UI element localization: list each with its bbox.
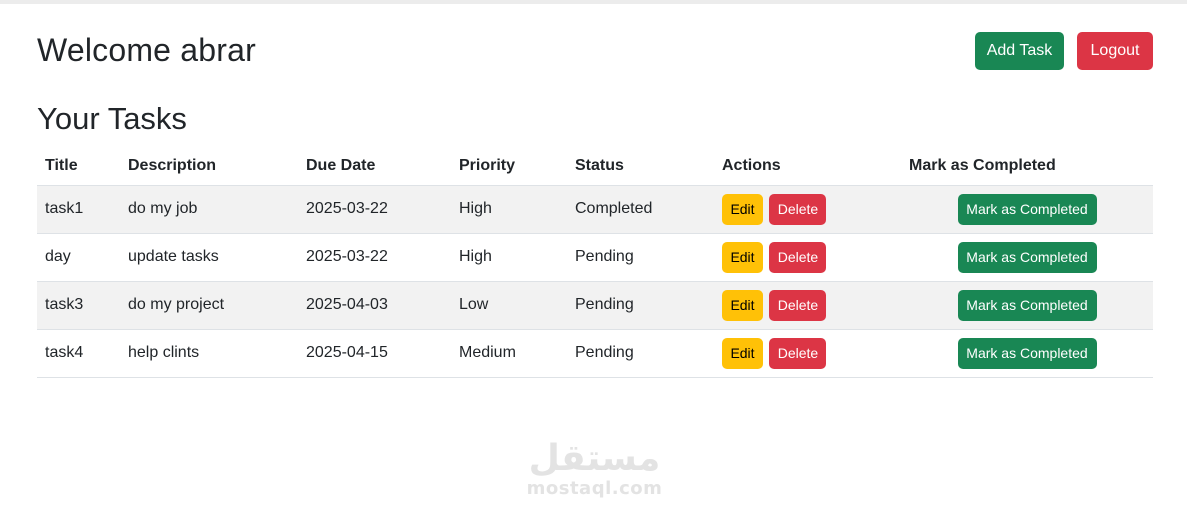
edit-button[interactable]: Edit (722, 337, 763, 369)
tasks-table: Title Description Due Date Priority Stat… (37, 147, 1153, 378)
tasks-section-title: Your Tasks (37, 101, 187, 136)
table-row: day update tasks 2025-03-22 High Pending… (37, 233, 1153, 282)
delete-button[interactable]: Delete (769, 193, 827, 225)
mark-completed-button[interactable]: Mark as Completed (957, 193, 1097, 225)
column-header-title: Title (37, 147, 120, 186)
table-header-row: Title Description Due Date Priority Stat… (37, 147, 1153, 186)
task-title: task4 (37, 329, 120, 378)
task-due-date: 2025-04-15 (298, 329, 451, 378)
top-border (0, 0, 1187, 4)
task-status: Pending (567, 233, 714, 282)
task-actions: Edit Delete (714, 329, 901, 378)
add-task-button[interactable]: Add Task (975, 32, 1064, 70)
task-status: Pending (567, 281, 714, 330)
table-row: task1 do my job 2025-03-22 High Complete… (37, 185, 1153, 234)
task-mark-cell: Mark as Completed (901, 185, 1153, 234)
delete-button[interactable]: Delete (769, 337, 827, 369)
mark-completed-button[interactable]: Mark as Completed (957, 241, 1097, 273)
edit-button[interactable]: Edit (722, 289, 763, 321)
column-header-status: Status (567, 147, 714, 186)
task-mark-cell: Mark as Completed (901, 233, 1153, 282)
edit-button[interactable]: Edit (722, 241, 763, 273)
task-description: do my project (120, 281, 298, 330)
task-actions: Edit Delete (714, 233, 901, 282)
mostaql-watermark: مستقل mostaql.com (522, 440, 667, 502)
delete-button[interactable]: Delete (769, 241, 827, 273)
task-due-date: 2025-03-22 (298, 233, 451, 282)
task-priority: High (451, 185, 567, 234)
task-actions: Edit Delete (714, 185, 901, 234)
task-mark-cell: Mark as Completed (901, 281, 1153, 330)
column-header-description: Description (120, 147, 298, 186)
task-title: task1 (37, 185, 120, 234)
header-row: Welcome abrar Add Task Logout (37, 30, 1153, 70)
task-title: task3 (37, 281, 120, 330)
table-row: task4 help clints 2025-04-15 Medium Pend… (37, 329, 1153, 378)
task-description: help clints (120, 329, 298, 378)
task-description: update tasks (120, 233, 298, 282)
table-row: task3 do my project 2025-04-03 Low Pendi… (37, 281, 1153, 330)
mark-completed-button[interactable]: Mark as Completed (957, 337, 1097, 369)
column-header-due-date: Due Date (298, 147, 451, 186)
logout-button[interactable]: Logout (1077, 32, 1153, 70)
task-mark-cell: Mark as Completed (901, 329, 1153, 378)
task-due-date: 2025-04-03 (298, 281, 451, 330)
task-priority: Medium (451, 329, 567, 378)
column-header-mark-completed: Mark as Completed (901, 147, 1153, 186)
task-priority: Low (451, 281, 567, 330)
mark-completed-button[interactable]: Mark as Completed (957, 289, 1097, 321)
watermark-text: mostaql.com (526, 478, 663, 499)
task-title: day (37, 233, 120, 282)
delete-button[interactable]: Delete (769, 289, 827, 321)
watermark-logo: مستقل (528, 438, 661, 479)
column-header-priority: Priority (451, 147, 567, 186)
task-status: Pending (567, 329, 714, 378)
column-header-actions: Actions (714, 147, 901, 186)
task-actions: Edit Delete (714, 281, 901, 330)
task-status: Completed (567, 185, 714, 234)
task-description: do my job (120, 185, 298, 234)
welcome-heading: Welcome abrar (37, 32, 256, 68)
task-due-date: 2025-03-22 (298, 185, 451, 234)
edit-button[interactable]: Edit (722, 193, 763, 225)
task-priority: High (451, 233, 567, 282)
